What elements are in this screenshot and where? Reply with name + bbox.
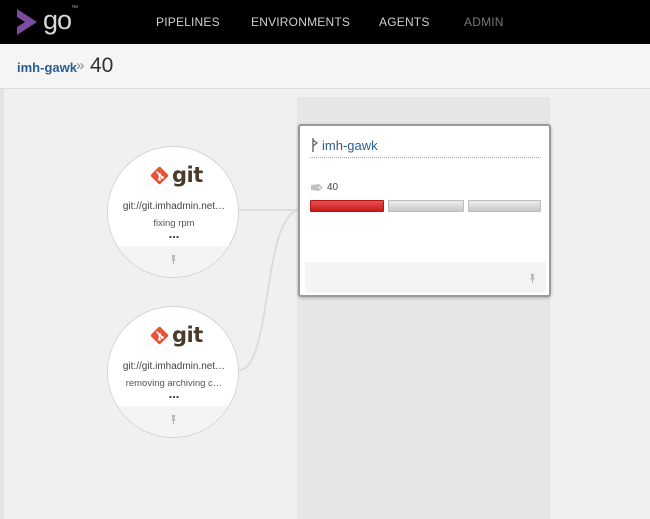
nav-environments[interactable]: ENVIRONMENTS bbox=[251, 0, 350, 44]
material-type-label: git bbox=[172, 163, 203, 187]
breadcrumb-separator: » bbox=[76, 57, 85, 74]
stage-bar-not-run[interactable] bbox=[468, 200, 541, 212]
pipeline-node[interactable]: imh-gawk 40 bbox=[298, 124, 551, 297]
pin-icon[interactable] bbox=[168, 254, 179, 265]
material-footer bbox=[108, 246, 238, 277]
logo-trademark: ™ bbox=[71, 4, 79, 12]
git-logo: git bbox=[150, 162, 203, 188]
pipeline-counter-link[interactable]: 40 bbox=[327, 182, 338, 193]
breadcrumb-pipeline-link[interactable]: imh-gawk bbox=[17, 60, 77, 75]
git-logo: git bbox=[150, 322, 203, 348]
material-node[interactable]: git git://git.imhadmin.net… removing arc… bbox=[107, 306, 239, 438]
pipeline-counter-title: 40 bbox=[90, 54, 114, 77]
nav-admin[interactable]: ADMIN bbox=[464, 0, 504, 44]
pipeline-footer bbox=[305, 262, 546, 292]
logo-text: go bbox=[43, 4, 72, 35]
git-diamond-icon bbox=[150, 166, 169, 184]
pipeline-icon bbox=[312, 138, 318, 152]
material-url: git://git.imhadmin.net… bbox=[122, 201, 226, 212]
value-stream-map: git git://git.imhadmin.net… fixing rpm .… bbox=[0, 89, 650, 519]
go-logo[interactable]: go ™ bbox=[14, 4, 84, 38]
top-navigation-bar: go ™ PIPELINES ENVIRONMENTS AGENTS ADMIN bbox=[0, 0, 650, 44]
material-more-link[interactable]: ... bbox=[108, 226, 238, 241]
pipeline-divider bbox=[310, 157, 541, 158]
pipeline-name-link[interactable]: imh-gawk bbox=[322, 138, 378, 153]
pin-icon[interactable] bbox=[168, 414, 179, 425]
material-url: git://git.imhadmin.net… bbox=[122, 361, 226, 372]
nav-agents[interactable]: AGENTS bbox=[379, 0, 430, 44]
material-type-label: git bbox=[172, 323, 203, 347]
material-node[interactable]: git git://git.imhadmin.net… fixing rpm .… bbox=[107, 146, 239, 278]
pin-icon[interactable] bbox=[527, 273, 538, 284]
material-more-link[interactable]: ... bbox=[108, 386, 238, 401]
git-diamond-icon bbox=[150, 326, 169, 344]
stage-bar-not-run[interactable] bbox=[388, 200, 464, 212]
tag-icon bbox=[311, 184, 323, 191]
page-header: imh-gawk » 40 bbox=[0, 44, 650, 89]
go-logo-icon bbox=[17, 9, 37, 35]
connector-material-2 bbox=[238, 209, 299, 371]
stage-bar-failed[interactable] bbox=[310, 200, 384, 212]
nav-pipelines[interactable]: PIPELINES bbox=[156, 0, 220, 44]
material-footer bbox=[108, 406, 238, 437]
